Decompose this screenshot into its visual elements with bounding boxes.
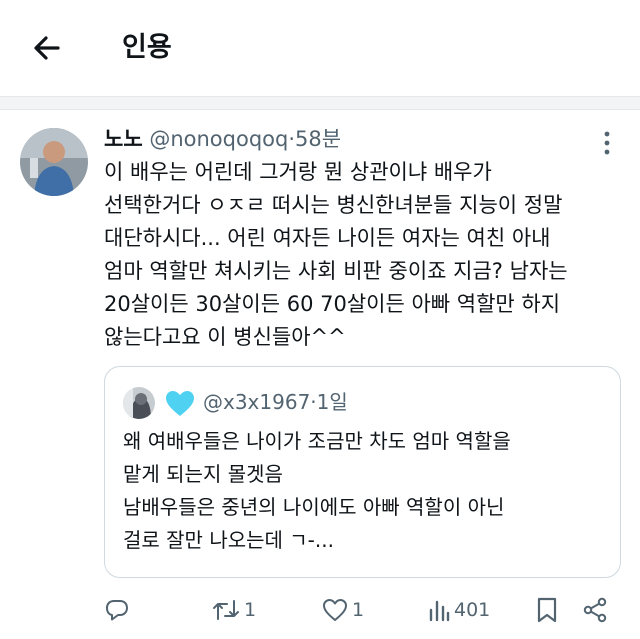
quoted-tweet-card[interactable]: @x3x1967·1일 왜 여배우들은 나이가 조금만 차도 엄마 역할을 맡게… xyxy=(104,366,621,578)
share-button[interactable] xyxy=(582,590,608,630)
avatar[interactable] xyxy=(20,128,88,196)
heart-icon xyxy=(323,599,347,621)
quoted-text-line: 걸로 잘만 나오는데 ㄱ-... xyxy=(123,528,334,552)
action-bar: 1 1 401 xyxy=(0,590,640,630)
quoted-timestamp[interactable]: 1일 xyxy=(317,390,348,414)
tweet-text: 이 배우는 어린데 그거랑 뭔 상관이냐 배우가 선택한거다 ㅇㅈㄹ 떠시는 병… xyxy=(104,156,624,354)
user-handle[interactable]: @nonoqoqoq xyxy=(149,127,288,151)
back-button[interactable] xyxy=(28,28,68,68)
tweet-text-line: 엄마 역할만 쳐시키는 사회 비판 중이죠 지금? 남자는 xyxy=(104,259,568,283)
like-count: 1 xyxy=(352,599,365,621)
quoted-avatar[interactable] xyxy=(123,387,155,419)
tweet-text-line: 20살이든 30살이든 60 70살이든 아빠 역할만 하지 xyxy=(104,292,561,316)
tweet-text-line: 않는다고요 이 병신들아^^ xyxy=(104,325,346,349)
reply-button[interactable] xyxy=(104,590,134,630)
retweet-count: 1 xyxy=(244,599,257,621)
retweet-icon xyxy=(213,600,239,620)
more-options-button[interactable] xyxy=(596,128,618,158)
tweet-text-line: 이 배우는 어린데 그거랑 뭔 상관이냐 배우가 xyxy=(104,160,492,184)
header: 인용 xyxy=(0,0,640,96)
share-icon xyxy=(583,597,607,623)
quoted-text-line: 왜 여배우들은 나이가 조금만 차도 엄마 역할을 xyxy=(123,429,511,453)
more-vertical-icon xyxy=(604,131,610,155)
tweet-header: 노노 @nonoqoqoq·58분 xyxy=(104,124,341,154)
tweet-text-line: 선택한거다 ㅇㅈㄹ 떠시는 병신한녀분들 지능이 정말 xyxy=(104,193,563,217)
display-name[interactable]: 노노 xyxy=(104,127,143,151)
bookmark-icon xyxy=(537,597,557,623)
like-button[interactable]: 1 xyxy=(322,590,364,630)
quoted-header: @x3x1967·1일 xyxy=(203,386,348,418)
retweet-button[interactable]: 1 xyxy=(212,590,256,630)
view-count: 401 xyxy=(454,599,491,621)
section-divider xyxy=(0,96,640,110)
quoted-handle[interactable]: @x3x1967 xyxy=(203,390,310,414)
timestamp[interactable]: 58분 xyxy=(295,127,341,151)
quoted-text-line: 맡게 되는지 몰겟음 xyxy=(123,462,283,486)
page-title: 인용 xyxy=(122,32,172,63)
bookmark-button[interactable] xyxy=(536,590,558,630)
views-button[interactable]: 401 xyxy=(428,590,490,630)
blue-heart-icon xyxy=(165,390,195,418)
bar-chart-icon xyxy=(429,600,450,622)
arrow-left-icon xyxy=(34,36,60,60)
quoted-text-line: 남배우들은 중년의 나이에도 아빠 역할이 아닌 xyxy=(123,495,505,519)
tweet-text-line: 대단하시다... 어린 여자든 나이든 여자는 여친 아내 xyxy=(104,226,551,250)
quoted-text: 왜 여배우들은 나이가 조금만 차도 엄마 역할을 맡게 되는지 몰겟음 남배우… xyxy=(123,425,603,557)
reply-icon xyxy=(106,600,128,621)
